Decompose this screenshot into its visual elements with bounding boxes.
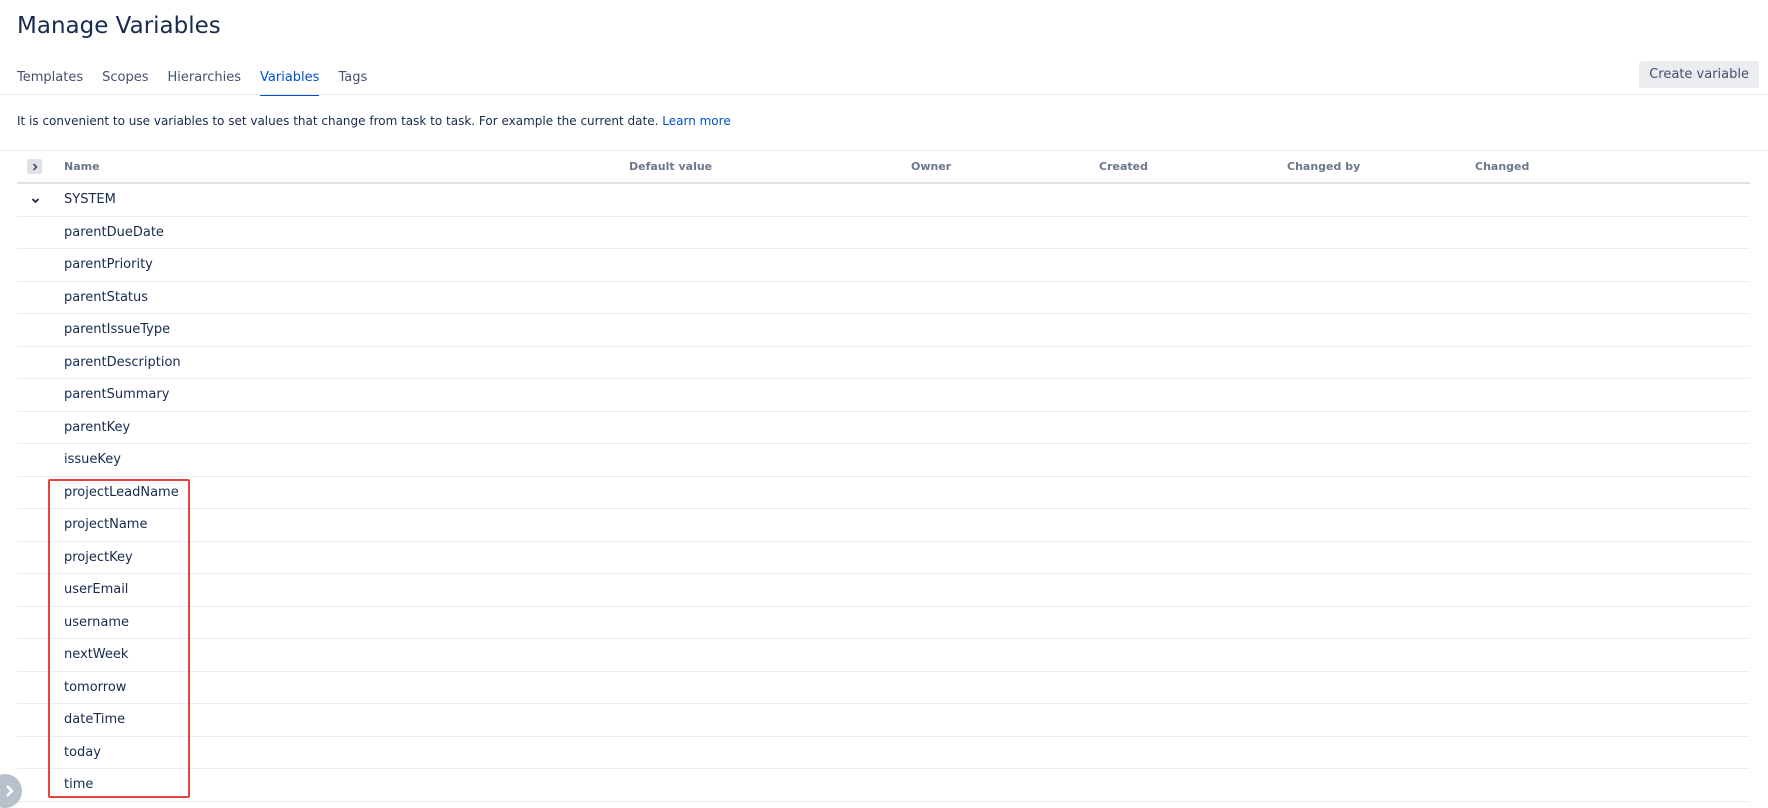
table-row[interactable]: dateTime <box>17 704 1750 737</box>
tab-scopes[interactable]: Scopes <box>102 65 148 96</box>
variable-name: time <box>64 777 94 792</box>
table-row[interactable]: parentIssueType <box>17 314 1750 347</box>
variable-name: projectKey <box>64 549 133 565</box>
column-header-default-value[interactable]: Default value <box>629 152 712 182</box>
variable-name: tomorrow <box>64 679 127 695</box>
page-title: Manage Variables <box>17 13 221 39</box>
variable-name: issueKey <box>64 452 121 467</box>
table-row[interactable]: parentDueDate <box>17 217 1750 249</box>
tab-variables[interactable]: Variables <box>260 65 320 96</box>
table-row[interactable]: nextWeek <box>17 639 1750 672</box>
table-row[interactable]: today <box>17 737 1750 769</box>
tabs-divider <box>0 94 1768 95</box>
table-row[interactable]: parentStatus <box>17 282 1750 314</box>
column-header-created[interactable]: Created <box>1099 152 1148 182</box>
column-header-changed[interactable]: Changed <box>1475 152 1529 182</box>
chevron-right-icon <box>32 162 38 171</box>
variable-name: parentIssueType <box>64 322 171 337</box>
variable-name: projectName <box>64 517 148 532</box>
chevron-down-icon <box>31 197 39 203</box>
create-variable-button[interactable]: Create variable <box>1639 61 1759 88</box>
variable-name: projectLeadName <box>64 484 179 500</box>
table-row[interactable]: time <box>17 769 1750 802</box>
column-header-name[interactable]: Name <box>64 152 100 182</box>
variable-name: dateTime <box>64 712 126 727</box>
table-row[interactable]: parentSummary <box>17 379 1750 412</box>
table-row[interactable]: parentDescription <box>17 347 1750 379</box>
group-name: SYSTEM <box>64 192 116 207</box>
group-collapse-toggle[interactable] <box>27 192 43 208</box>
variable-name: userEmail <box>64 582 129 597</box>
variable-name: parentSummary <box>64 387 170 402</box>
variable-name: parentPriority <box>64 257 153 272</box>
table-row[interactable]: userEmail <box>17 574 1750 607</box>
tab-tags[interactable]: Tags <box>338 65 367 96</box>
learn-more-link[interactable]: Learn more <box>662 114 730 128</box>
expand-all-button[interactable] <box>27 159 42 174</box>
table-row[interactable]: parentKey <box>17 412 1750 444</box>
intro-text: It is convenient to use variables to set… <box>17 114 731 128</box>
variables-table: Name Default value Owner Created Changed… <box>17 152 1750 802</box>
column-header-owner[interactable]: Owner <box>911 152 951 182</box>
table-row[interactable]: projectName <box>17 509 1750 542</box>
column-header-changed-by[interactable]: Changed by <box>1287 152 1360 182</box>
table-row[interactable]: issueKey <box>17 444 1750 477</box>
variable-name: today <box>64 744 101 760</box>
variable-name: parentDescription <box>64 354 181 370</box>
group-row-system[interactable]: SYSTEM <box>17 184 1750 217</box>
table-row[interactable]: tomorrow <box>17 672 1750 704</box>
variable-name: parentDueDate <box>64 224 164 240</box>
tab-templates[interactable]: Templates <box>17 65 83 96</box>
variable-name: parentKey <box>64 419 131 435</box>
tab-hierarchies[interactable]: Hierarchies <box>167 65 241 96</box>
intro-description: It is convenient to use variables to set… <box>17 114 659 128</box>
variable-name: nextWeek <box>64 647 129 662</box>
table-row[interactable]: parentPriority <box>17 249 1750 282</box>
table-row[interactable]: projectKey <box>17 542 1750 574</box>
intro-divider <box>0 150 1768 151</box>
tab-bar: Templates Scopes Hierarchies Variables T… <box>17 65 367 96</box>
chevron-right-icon <box>6 785 14 797</box>
variable-rows: parentDueDate parentPriority parentStatus p… <box>17 217 1750 802</box>
table-row[interactable]: projectLeadName <box>17 477 1750 509</box>
variable-name: parentStatus <box>64 289 149 305</box>
table-row[interactable]: username <box>17 607 1750 639</box>
variable-name: username <box>64 614 129 630</box>
table-header: Name Default value Owner Created Changed… <box>17 152 1750 184</box>
